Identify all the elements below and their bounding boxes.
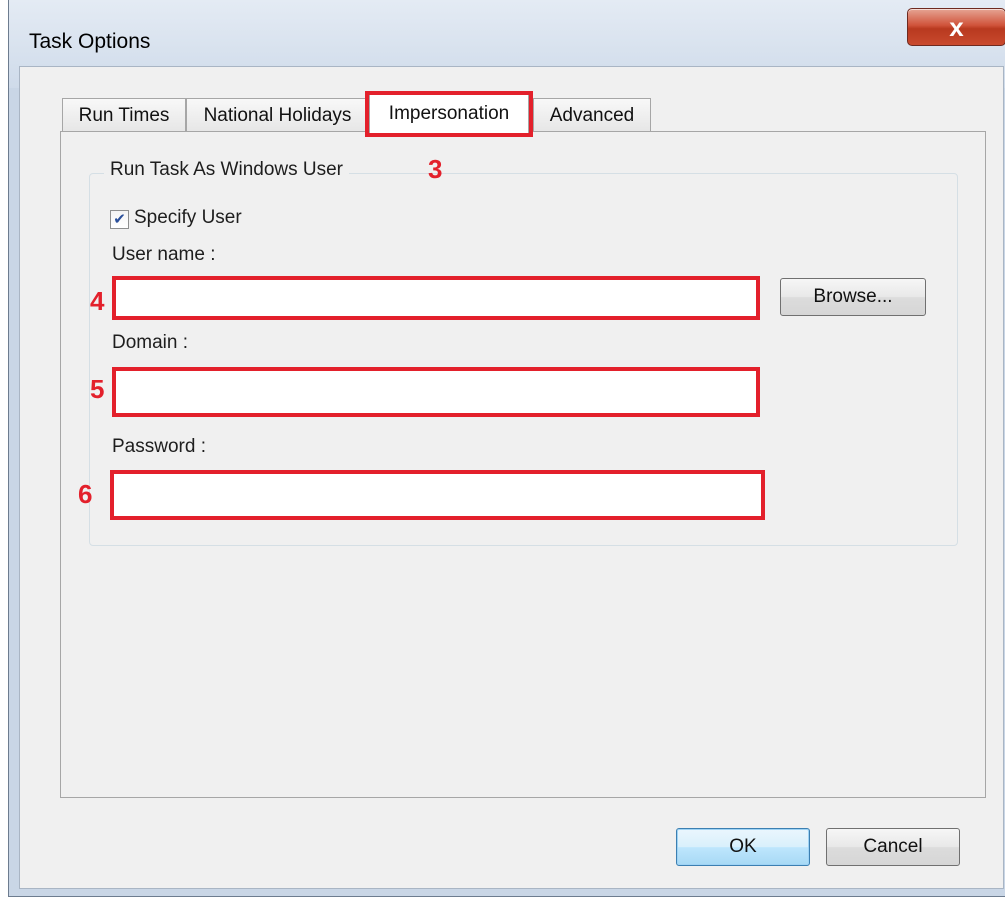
dialog-client-area: Run Times National Holidays Impersonatio… [19,66,1004,889]
browse-button[interactable]: Browse... [780,278,926,316]
tab-advanced[interactable]: Advanced [533,98,651,132]
run-as-groupbox: Run Task As Windows User 3 ✔ Specify Use… [78,154,958,546]
domain-input[interactable] [116,371,756,413]
username-label: User name : [112,244,216,265]
tab-annotation-box [365,91,533,137]
password-field[interactable] [110,470,765,520]
cancel-button[interactable]: Cancel [826,828,960,866]
cancel-button-label: Cancel [863,836,923,857]
browse-button-label: Browse... [813,286,893,307]
tab-run-times[interactable]: Run Times [62,98,186,132]
close-icon: x [949,11,964,42]
specify-user-label: Specify User [134,207,242,228]
annotation-6: 6 [78,479,93,509]
window-title: Task Options [29,30,151,53]
annotation-3: 3 [428,154,443,184]
annotation-4: 4 [90,286,105,316]
username-input[interactable] [116,280,756,316]
tab-label: Advanced [549,104,635,126]
close-button[interactable]: x [907,8,1005,46]
impersonation-tab-page: Run Task As Windows User 3 ✔ Specify Use… [60,131,986,798]
specify-user-checkbox[interactable]: ✔ [110,210,129,229]
ok-button-label: OK [729,836,757,857]
task-options-window: Task Options x Run Times National Holida… [8,0,1005,897]
domain-field[interactable] [112,367,760,417]
checkmark-icon: ✔ [113,211,126,228]
domain-label: Domain : [112,332,189,353]
tab-label: Run Times [78,104,170,126]
groupbox-legend: Run Task As Windows User [104,159,350,181]
password-input[interactable] [114,474,761,516]
tab-label: National Holidays [203,104,352,126]
username-field[interactable] [112,276,760,320]
ok-button[interactable]: OK [676,828,810,866]
password-label: Password : [112,436,206,457]
annotation-5: 5 [90,374,105,404]
tab-national-holidays[interactable]: National Holidays [186,98,369,132]
